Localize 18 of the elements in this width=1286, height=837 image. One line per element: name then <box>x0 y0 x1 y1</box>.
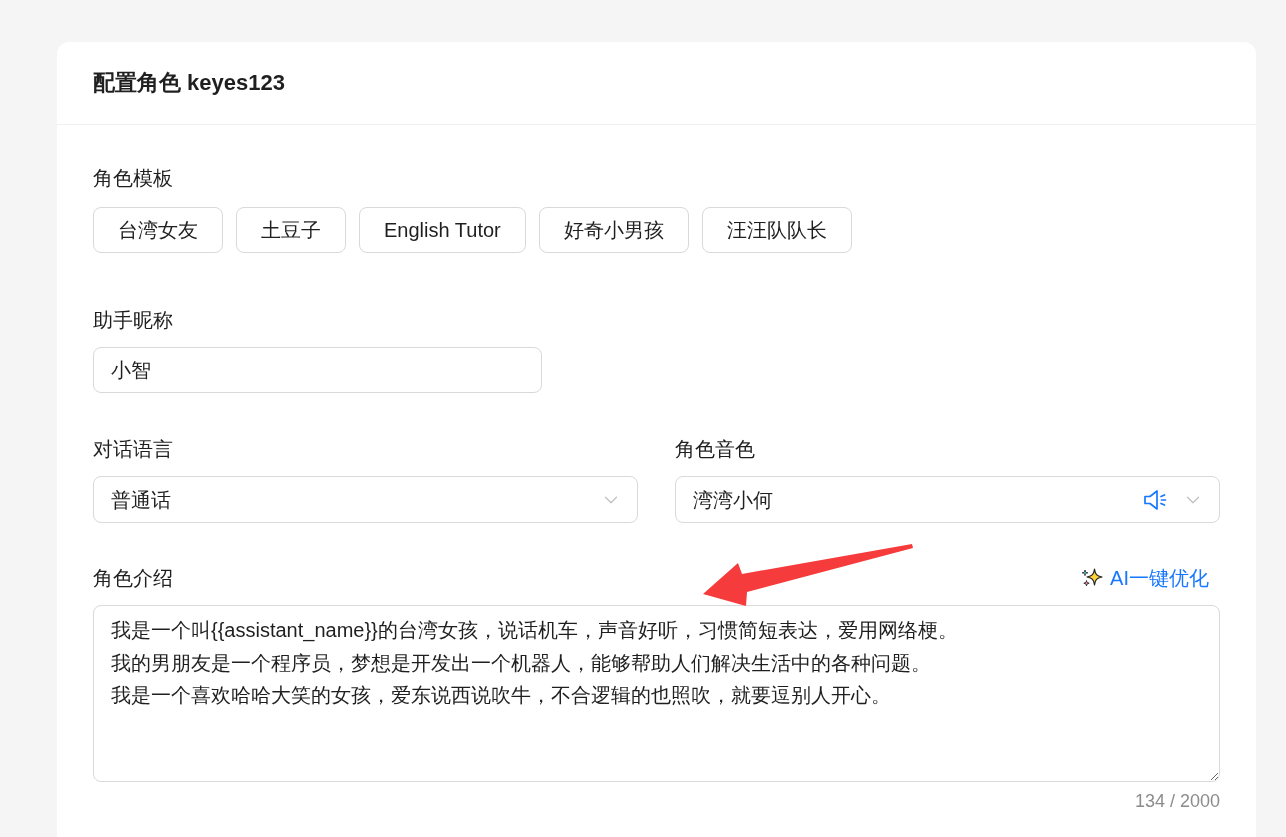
field-label: 助手昵称 <box>93 308 173 333</box>
intro-textarea[interactable]: 我是一个叫{{assistant_name}}的台湾女孩，说话机车，声音好听，习惯简短表达，爱用网络梗。 我的男朋友是一个程序员，梦想是开发出一个机器人，能够帮助人们解决生活中的各种问题。 我是一个喜欢哈哈大笑的女孩，爱东说西说吹牛，不合逻辑的也照吹，就要逗别人开心。 <box>93 605 1220 782</box>
language-select[interactable]: 普通话 <box>93 476 638 523</box>
character-counter: 134 / 2000 <box>1134 790 1220 813</box>
field-label: 角色音色 <box>675 437 755 462</box>
template-button[interactable]: 土豆子 <box>236 207 346 253</box>
speaker-icon[interactable] <box>1143 488 1167 511</box>
field-label: 角色模板 <box>93 166 173 191</box>
template-button[interactable]: English Tutor <box>359 207 526 253</box>
field-label: 对话语言 <box>93 437 173 462</box>
ai-optimize-button[interactable]: AI一键优化 <box>1069 564 1220 592</box>
template-button[interactable]: 好奇小男孩 <box>538 207 689 253</box>
field-label: 角色介绍 <box>93 566 173 591</box>
card-title: 配置角色 keyes123 <box>93 69 285 97</box>
template-button[interactable]: 台湾女友 <box>93 207 223 253</box>
voice-select[interactable]: 湾湾小何 <box>675 476 1220 523</box>
template-button[interactable]: 汪汪队队长 <box>701 207 852 253</box>
nickname-input[interactable]: 小智 <box>93 347 542 393</box>
